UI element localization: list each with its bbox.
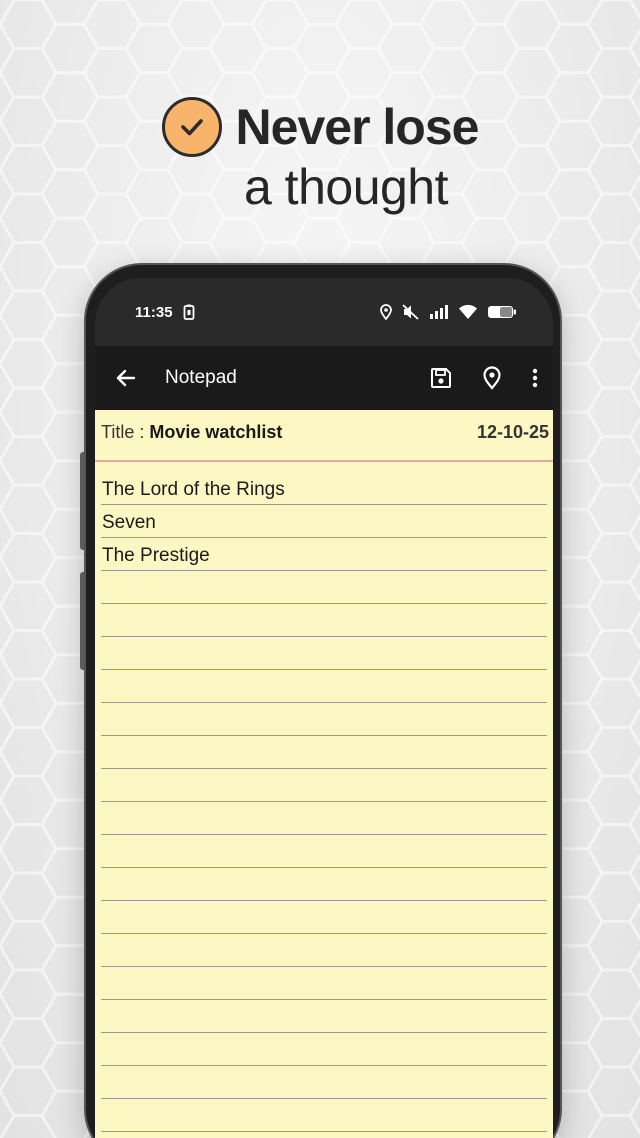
signal-icon (429, 304, 449, 320)
note-line[interactable]: Seven (101, 505, 547, 538)
note-line[interactable] (101, 901, 547, 934)
wifi-icon (458, 304, 478, 320)
note-line[interactable] (101, 571, 547, 604)
more-vert-icon[interactable] (531, 366, 539, 390)
note-line[interactable] (101, 802, 547, 835)
note-line[interactable] (101, 703, 547, 736)
headline-light-text: a thought (243, 159, 449, 215)
note-line[interactable] (101, 934, 547, 967)
title-divider (95, 460, 553, 462)
status-time: 11:35 (135, 303, 173, 321)
note-line[interactable] (101, 1033, 547, 1066)
note-line[interactable] (101, 670, 547, 703)
note-line[interactable]: The Lord of the Rings (101, 472, 547, 505)
note-line[interactable]: The Prestige (101, 538, 547, 571)
app-bar: Notepad (95, 346, 553, 410)
title-label: Title : (101, 421, 145, 442)
note-title[interactable]: Movie watchlist (149, 422, 282, 442)
note-line[interactable] (101, 1066, 547, 1099)
note-title-row[interactable]: Title : Movie watchlist 12-10-25 (95, 410, 553, 454)
check-circle-icon (161, 97, 222, 157)
battery-icon (487, 304, 517, 320)
status-bar: 11:35 (95, 278, 553, 346)
note-line[interactable] (101, 1132, 547, 1138)
note-line[interactable] (101, 835, 547, 868)
note-line[interactable] (101, 868, 547, 901)
note-line[interactable] (101, 769, 547, 802)
save-icon[interactable] (429, 366, 453, 390)
note-body[interactable]: The Lord of the Rings Seven The Prestige (95, 472, 553, 1138)
promo-headline: Never lose a thought (0, 92, 640, 216)
note-line[interactable] (101, 637, 547, 670)
note-line[interactable] (101, 604, 547, 637)
back-arrow-icon[interactable] (115, 367, 137, 389)
note-line[interactable] (101, 1099, 547, 1132)
note-paper[interactable]: Title : Movie watchlist 12-10-25 The Lor… (95, 410, 553, 1138)
app-title: Notepad (165, 367, 237, 388)
note-date: 12-10-25 (476, 421, 549, 442)
mute-icon (402, 304, 420, 320)
battery-saver-icon (183, 304, 195, 320)
location-icon (379, 304, 393, 320)
location-pin-icon[interactable] (481, 366, 503, 390)
headline-bold-text: Never lose (235, 99, 480, 155)
phone-screen: 11:35 Notepad Title: Movie watchlist 12… (95, 278, 553, 1138)
note-line[interactable] (101, 1000, 547, 1033)
note-line[interactable] (101, 736, 547, 769)
note-line[interactable] (101, 967, 547, 1000)
